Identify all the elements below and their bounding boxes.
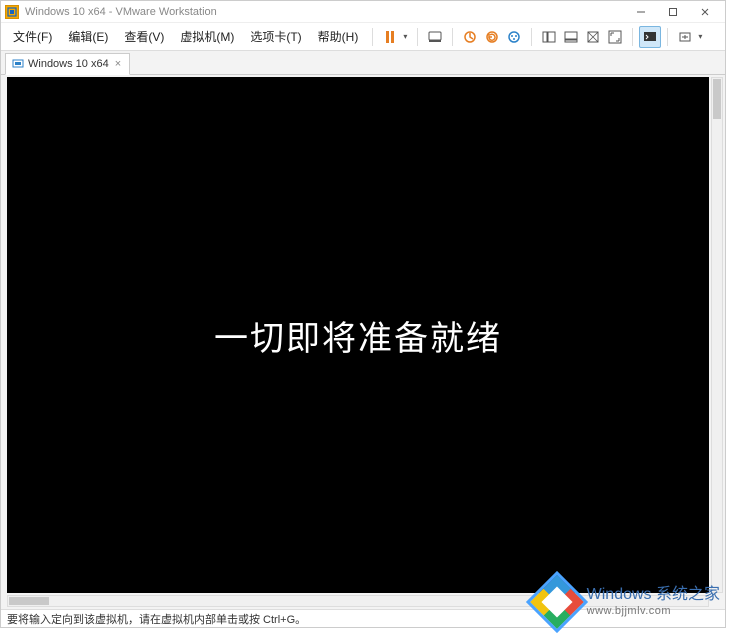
vertical-scrollbar[interactable]	[711, 77, 723, 593]
view-fullscreen-icon[interactable]	[604, 26, 626, 48]
view-unity-icon[interactable]	[582, 26, 604, 48]
tab-windows-10-x64[interactable]: Windows 10 x64 ×	[5, 53, 130, 75]
view-thumbnail-icon[interactable]	[560, 26, 582, 48]
statusbar: 要将输入定向到该虚拟机，请在虚拟机内部单击或按 Ctrl+G。	[1, 609, 725, 627]
power-button-group[interactable]: ▾	[379, 26, 411, 48]
vscroll-thumb[interactable]	[713, 79, 721, 119]
snapshot-manage-icon[interactable]	[503, 26, 525, 48]
send-ctrl-alt-del-icon[interactable]	[424, 26, 446, 48]
toolbar-separator	[667, 28, 668, 46]
vm-area: 一切即将准备就绪	[1, 75, 725, 609]
vm-tab-icon	[12, 58, 24, 70]
view-single-icon[interactable]	[538, 26, 560, 48]
stretch-icon[interactable]	[674, 26, 696, 48]
titlebar: Windows 10 x64 - VMware Workstation	[1, 1, 725, 23]
menu-edit[interactable]: 编辑(E)	[60, 24, 116, 49]
toolbar-separator	[531, 28, 532, 46]
toolbar-separator	[632, 28, 633, 46]
vm-setup-message: 一切即将准备就绪	[214, 311, 502, 360]
tab-label: Windows 10 x64	[28, 58, 109, 70]
vmware-app-icon	[5, 5, 19, 19]
close-button[interactable]	[689, 1, 721, 23]
window-title: Windows 10 x64 - VMware Workstation	[25, 6, 217, 18]
menu-file[interactable]: 文件(F)	[5, 24, 60, 49]
tab-close-icon[interactable]: ×	[113, 58, 123, 70]
horizontal-scrollbar[interactable]	[7, 595, 709, 607]
tabstrip: Windows 10 x64 ×	[1, 51, 725, 75]
maximize-button[interactable]	[657, 1, 689, 23]
snapshot-revert-icon[interactable]	[481, 26, 503, 48]
power-dropdown-caret[interactable]: ▾	[401, 26, 409, 48]
menubar: 文件(F) 编辑(E) 查看(V) 虚拟机(M) 选项卡(T) 帮助(H) ▾	[1, 23, 725, 51]
pause-icon[interactable]	[379, 26, 401, 48]
toolbar-separator	[452, 28, 453, 46]
menu-vm[interactable]: 虚拟机(M)	[172, 24, 242, 49]
hscroll-thumb[interactable]	[9, 597, 49, 605]
status-text: 要将输入定向到该虚拟机，请在虚拟机内部单击或按 Ctrl+G。	[7, 611, 306, 627]
menu-help[interactable]: 帮助(H)	[310, 24, 367, 49]
toolbar-separator	[417, 28, 418, 46]
stretch-button-group[interactable]: ▾	[674, 26, 706, 48]
vm-display[interactable]: 一切即将准备就绪	[7, 77, 709, 593]
toolbar-separator	[372, 28, 373, 46]
menu-view[interactable]: 查看(V)	[116, 24, 172, 49]
snapshot-take-icon[interactable]	[459, 26, 481, 48]
stretch-dropdown-caret[interactable]: ▾	[696, 26, 704, 48]
minimize-button[interactable]	[625, 1, 657, 23]
menu-tabs[interactable]: 选项卡(T)	[242, 24, 309, 49]
console-view-icon[interactable]	[639, 26, 661, 48]
app-window: Windows 10 x64 - VMware Workstation 文件(F…	[0, 0, 726, 628]
